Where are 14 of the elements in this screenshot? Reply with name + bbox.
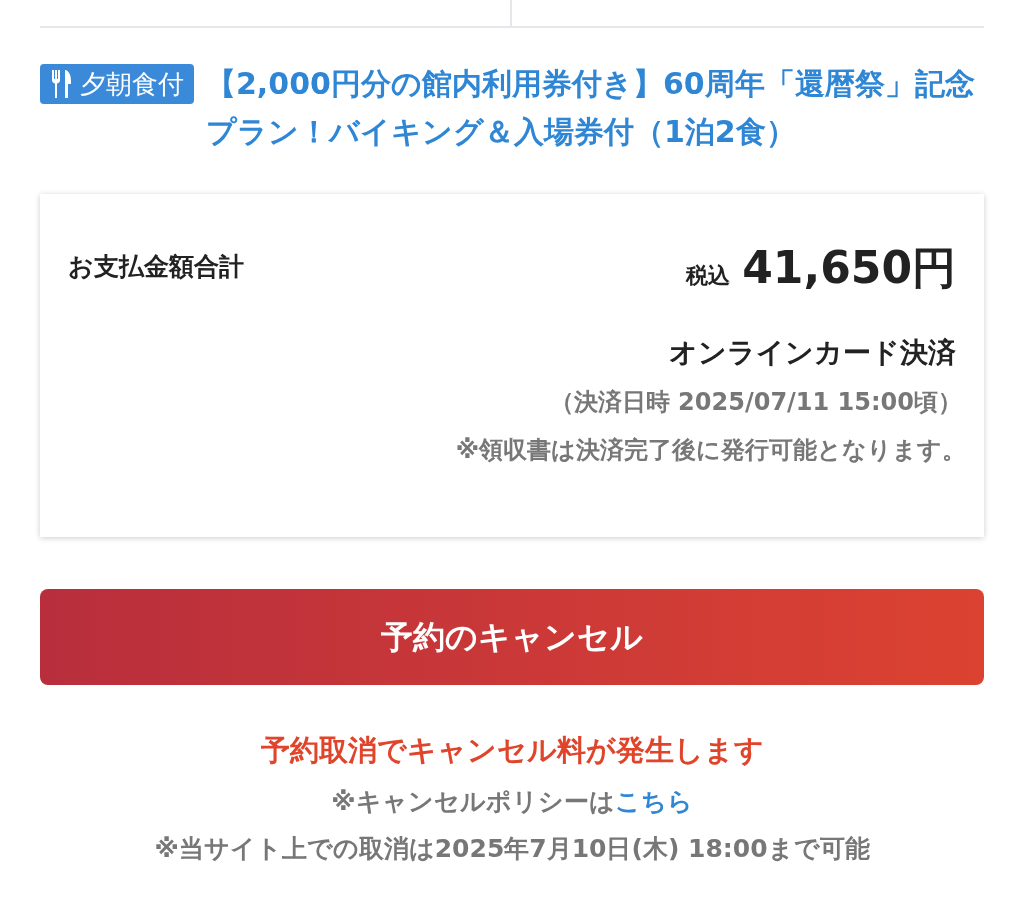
meal-badge: 夕朝食付 <box>40 64 194 104</box>
receipt-note: ※領収書は決済完了後に発行可能となります。 <box>455 435 966 466</box>
cancel-deadline-note: ※当サイト上での取消は2025年7月10日(木) 18:00まで可能 <box>154 833 870 865</box>
plan-title-link[interactable]: 【2,000円分の館内利用券付き】60周年「還暦祭」記念プラン！バイキング＆入場券付（1泊2食） <box>206 60 984 156</box>
policy-link[interactable]: こちら <box>614 782 693 820</box>
cancel-fee-warning: 予約取消でキャンセル料が発生します <box>260 732 764 769</box>
tax-note: 税込 <box>686 262 731 290</box>
cancel-reservation-button[interactable]: 予約のキャンセル <box>40 589 984 685</box>
payment-method: オンラインカード決済 <box>669 335 956 371</box>
total-amount: 41,650円 <box>742 246 956 290</box>
total-label: お支払金額合計 <box>68 251 244 283</box>
policy-text: ※キャンセルポリシーは <box>331 785 615 818</box>
fork-knife-icon <box>50 69 72 99</box>
payment-date-note: （決済日時 2025/07/11 15:00頃） <box>549 387 962 418</box>
